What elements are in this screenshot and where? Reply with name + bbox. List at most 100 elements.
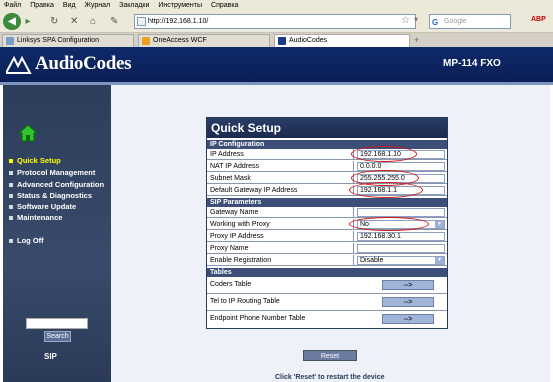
sidebar-item-label: Status & Diagnostics bbox=[17, 191, 93, 200]
sidebar-item-label: Software Update bbox=[17, 202, 77, 211]
address-bar[interactable]: http://192.168.1.10/ bbox=[134, 14, 416, 29]
menu-tools[interactable]: Инструменты bbox=[158, 0, 202, 11]
proxy-name-input[interactable] bbox=[357, 244, 445, 253]
menu-view[interactable]: Вид bbox=[63, 0, 76, 11]
sidebar-item-protocol-management[interactable]: Protocol Management bbox=[9, 168, 95, 177]
search-placeholder: Google bbox=[444, 18, 467, 25]
row-coders-table: Coders Table --> bbox=[207, 277, 447, 294]
tool-icon: ✎ bbox=[110, 15, 119, 27]
row-subnet-mask: Subnet Mask 255.255.255.0 bbox=[207, 173, 447, 184]
column-divider bbox=[353, 149, 354, 160]
nat-ip-input[interactable]: 0.0.0.0 bbox=[357, 162, 445, 171]
home-icon[interactable] bbox=[18, 124, 38, 142]
sidebar-item-label: Log Off bbox=[17, 236, 44, 245]
chevron-down-icon[interactable]: ▼ bbox=[435, 257, 444, 264]
default-gateway-input[interactable]: 192.168.1.1 bbox=[357, 186, 445, 195]
tab-label: Linksys SPA Configuration bbox=[17, 37, 99, 44]
bullet-icon bbox=[9, 204, 13, 209]
sidebar-footer-label: SIP bbox=[44, 352, 57, 361]
proxy-ip-input[interactable]: 192.168.30.1 bbox=[357, 232, 445, 241]
back-arrow-icon: ◀ bbox=[8, 16, 16, 27]
field-label: IP Address bbox=[210, 151, 244, 158]
column-divider bbox=[353, 243, 354, 254]
field-label: Proxy IP Address bbox=[210, 233, 264, 240]
dropdown-icon[interactable]: ▾ bbox=[414, 15, 418, 24]
search-input[interactable]: G Google bbox=[429, 14, 511, 29]
endpoint-phone-button[interactable]: --> bbox=[382, 314, 434, 324]
sidebar-item-label: Protocol Management bbox=[17, 168, 96, 177]
sidebar-item-label: Advanced Configuration bbox=[17, 180, 105, 189]
sidebar-item-advanced-configuration[interactable]: Advanced Configuration bbox=[9, 180, 104, 189]
column-divider bbox=[353, 161, 354, 172]
menu-edit[interactable]: Правка bbox=[30, 0, 54, 11]
menu-bookmarks[interactable]: Закладки bbox=[119, 0, 149, 11]
row-enable-registration: Enable Registration Disable ▼ bbox=[207, 255, 447, 266]
coders-table-button[interactable]: --> bbox=[382, 280, 434, 290]
select-value: Disable bbox=[360, 257, 384, 264]
enable-registration-select[interactable]: Disable ▼ bbox=[357, 256, 445, 265]
chevron-down-icon[interactable]: ▼ bbox=[435, 221, 444, 228]
sidebar-item-maintenance[interactable]: Maintenance bbox=[9, 213, 62, 222]
sidebar-item-software-update[interactable]: Software Update bbox=[9, 202, 76, 211]
reset-button[interactable]: Reset bbox=[303, 350, 357, 361]
audiocodes-logo: AudioCodes bbox=[6, 53, 132, 75]
menu-help[interactable]: Справка bbox=[211, 0, 238, 11]
home-button[interactable]: ⌂ bbox=[90, 13, 96, 29]
table-link-label: Coders Table bbox=[210, 281, 252, 288]
table-link-label: Tel to IP Routing Table bbox=[210, 298, 280, 305]
stop-button[interactable]: ✕ bbox=[70, 13, 78, 29]
column-divider bbox=[353, 173, 354, 184]
row-proxy-ip: Proxy IP Address 192.168.30.1 bbox=[207, 231, 447, 242]
tab-linksys[interactable]: Linksys SPA Configuration bbox=[2, 34, 134, 47]
browser-menu-bar: Файл Правка Вид Журнал Закладки Инструме… bbox=[0, 0, 553, 11]
menu-file[interactable]: Файл bbox=[4, 0, 21, 11]
tab-favicon-icon bbox=[6, 37, 14, 45]
bullet-icon bbox=[9, 182, 13, 187]
adblock-icon[interactable]: ABP bbox=[531, 16, 546, 23]
bookmark-tool-button[interactable]: ✎ bbox=[110, 13, 118, 29]
field-label: Subnet Mask bbox=[210, 175, 251, 182]
row-endpoint-phone: Endpoint Phone Number Table --> bbox=[207, 311, 447, 328]
tab-audiocodes[interactable]: AudioCodes x bbox=[274, 34, 410, 47]
ip-address-input[interactable]: 192.168.1.10 bbox=[357, 150, 445, 159]
sidebar-item-log-off[interactable]: Log Off bbox=[9, 236, 44, 245]
working-with-proxy-select[interactable]: No ▼ bbox=[357, 220, 445, 229]
column-divider bbox=[353, 207, 354, 218]
gateway-name-input[interactable] bbox=[357, 208, 445, 217]
google-icon: G bbox=[432, 18, 439, 27]
sidebar-search-input[interactable] bbox=[26, 318, 88, 329]
logo-mark-icon bbox=[6, 55, 32, 74]
reload-button[interactable]: ↻ bbox=[50, 13, 58, 29]
row-working-with-proxy: Working with Proxy No ▼ bbox=[207, 219, 447, 230]
panel-title: Quick Setup bbox=[207, 118, 447, 138]
field-label: NAT IP Address bbox=[210, 163, 260, 170]
forward-button[interactable]: ▸ bbox=[21, 13, 35, 29]
logo-text: AudioCodes bbox=[35, 53, 132, 74]
reload-icon: ↻ bbox=[50, 15, 59, 27]
bullet-icon bbox=[9, 193, 13, 198]
bookmark-star-icon[interactable]: ☆ bbox=[401, 15, 410, 26]
sidebar-item-quick-setup[interactable]: Quick Setup bbox=[9, 156, 61, 165]
device-model: MP-114 FXO bbox=[443, 58, 501, 69]
column-divider bbox=[353, 185, 354, 196]
sidebar-item-label: Quick Setup bbox=[17, 156, 61, 165]
bullet-icon bbox=[9, 170, 13, 175]
new-tab-icon[interactable]: + bbox=[414, 35, 419, 45]
forward-arrow-icon: ▸ bbox=[25, 15, 31, 27]
sidebar-item-status-diagnostics[interactable]: Status & Diagnostics bbox=[9, 191, 92, 200]
subnet-mask-input[interactable]: 255.255.255.0 bbox=[357, 174, 445, 183]
tab-label: OneAccess WCF bbox=[153, 37, 207, 44]
menu-history[interactable]: Журнал bbox=[85, 0, 111, 11]
tel-ip-routing-button[interactable]: --> bbox=[382, 297, 434, 307]
sidebar-search-button[interactable]: Search bbox=[44, 331, 71, 342]
row-tel-ip-routing: Tel to IP Routing Table --> bbox=[207, 294, 447, 311]
sidebar-item-label: Maintenance bbox=[17, 213, 63, 222]
row-nat-ip: NAT IP Address 0.0.0.0 bbox=[207, 161, 447, 172]
tab-favicon-icon bbox=[142, 37, 150, 45]
section-sip-parameters: SIP Parameters bbox=[207, 198, 447, 207]
address-text: http://192.168.1.10/ bbox=[148, 18, 209, 25]
field-label: Gateway Name bbox=[210, 209, 259, 216]
tab-oneaccess[interactable]: OneAccess WCF bbox=[138, 34, 270, 47]
back-button[interactable]: ◀ bbox=[3, 13, 21, 30]
tab-label: AudioCodes bbox=[289, 37, 328, 44]
